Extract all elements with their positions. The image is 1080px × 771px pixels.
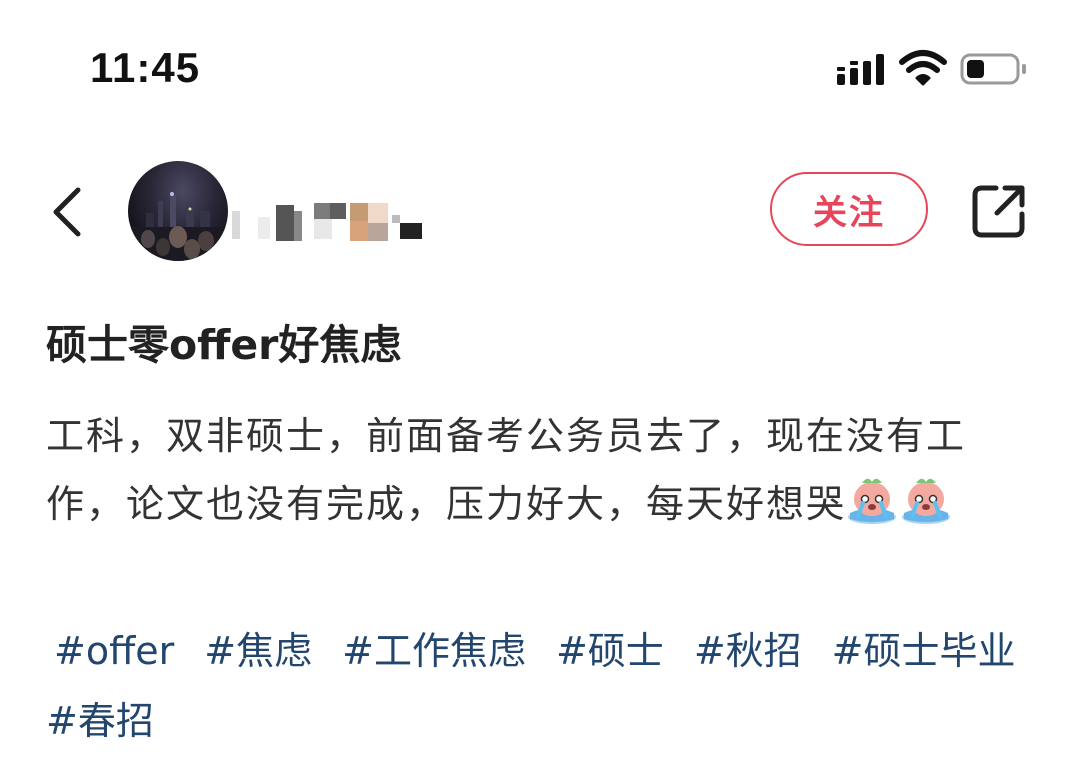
- avatar[interactable]: [128, 161, 228, 261]
- hashtag-master[interactable]: #硕士: [556, 616, 664, 686]
- share-icon[interactable]: [970, 182, 1028, 240]
- crying-face-emoji: [846, 473, 898, 525]
- hashtag-autumn-recruitment[interactable]: #秋招: [694, 616, 802, 686]
- username-pixelated[interactable]: [232, 197, 432, 243]
- status-time: 11:45: [90, 44, 201, 91]
- hashtag-master-graduation[interactable]: #硕士毕业: [832, 629, 1016, 673]
- post-body: 工科，双非硕士，前面备考公务员去了，现在没有工作，论文也没有完成，压力好大，每天…: [46, 402, 1016, 538]
- crying-face-emoji: [900, 473, 952, 525]
- follow-button[interactable]: 关注: [770, 172, 928, 246]
- post-body-text: 工科，双非硕士，前面备考公务员去了，现在没有工作，论文也没有完成，压力好大，每天…: [46, 414, 967, 526]
- back-icon[interactable]: [48, 186, 86, 238]
- battery-icon: [960, 53, 1026, 85]
- hashtag-list: #offer #焦虑 #工作焦虑 #硕士 #秋招 #硕士毕业 #春招: [46, 616, 1046, 756]
- post-title: 硕士零offer好焦虑: [46, 321, 402, 369]
- hashtag-offer[interactable]: #offer: [54, 616, 174, 686]
- hashtag-anxiety[interactable]: #焦虑: [204, 616, 312, 686]
- cellular-signal-icon: [837, 54, 884, 85]
- hashtag-spring-recruitment[interactable]: #春招: [46, 686, 154, 756]
- hashtag-work-anxiety[interactable]: #工作焦虑: [342, 616, 526, 686]
- wifi-icon: [899, 50, 947, 86]
- avatar-photo: [128, 192, 228, 261]
